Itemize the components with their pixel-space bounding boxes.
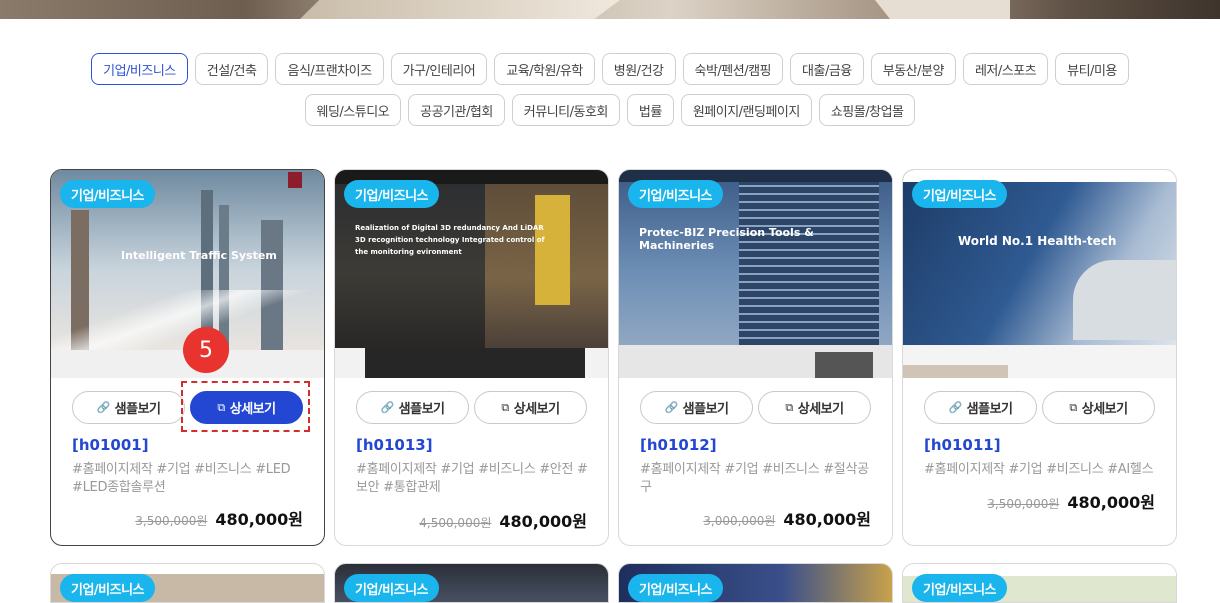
category-badge: 기업/비즈니스 (628, 180, 724, 208)
category-badge: 기업/비즈니스 (60, 574, 156, 602)
original-price: 3,000,000원 (703, 514, 776, 528)
detail-view-button[interactable]: ⧉ 상세보기 (474, 391, 587, 424)
category-tab[interactable]: 웨딩/스튜디오 (304, 94, 402, 126)
template-card: 기업/비즈니스 (334, 563, 609, 603)
template-tags: #홈페이지제작 #기업 #비즈니스 #AI헬스 (924, 462, 1154, 477)
category-badge: 기업/비즈니스 (60, 180, 156, 208)
template-card: Protec-BIZ Precision Tools & Machineries… (618, 169, 893, 546)
sample-view-button[interactable]: 🔗 샘플보기 (924, 391, 1037, 424)
price-block: 4,500,000원 480,000원 (419, 508, 587, 532)
template-code[interactable]: [h01012] (640, 436, 717, 454)
sample-view-button[interactable]: 🔗 샘플보기 (640, 391, 753, 424)
template-code[interactable]: [h01013] (356, 436, 433, 454)
sample-view-button[interactable]: 🔗 샘플보기 (72, 391, 185, 424)
category-tab[interactable]: 음식/프랜차이즈 (275, 53, 384, 85)
sample-view-button[interactable]: 🔗 샘플보기 (356, 391, 469, 424)
sale-price: 480,000원 (499, 512, 587, 531)
original-price: 3,500,000원 (987, 497, 1060, 511)
category-tab[interactable]: 원페이지/랜딩페이지 (680, 94, 812, 126)
template-card: 기업/비즈니스 (902, 563, 1177, 603)
highlight-box (181, 381, 310, 432)
sale-price: 480,000원 (215, 510, 303, 529)
category-tab[interactable]: 가구/인테리어 (390, 53, 488, 85)
price-block: 3,500,000원 480,000원 (135, 506, 303, 530)
category-tab[interactable]: 쇼핑몰/창업몰 (818, 94, 916, 126)
external-link-icon: ⧉ (1069, 400, 1077, 414)
category-row-1: 기업/비즈니스 건설/건축 음식/프랜차이즈 가구/인테리어 교육/학원/유학 … (0, 53, 1220, 85)
external-link-icon: ⧉ (785, 400, 793, 414)
top-banner-image (0, 0, 1220, 19)
category-badge: 기업/비즈니스 (344, 180, 440, 208)
category-tab[interactable]: 교육/학원/유학 (494, 53, 595, 85)
thumbnail-headline: Protec-BIZ Precision Tools & Machineries (639, 226, 814, 252)
price-block: 3,500,000원 480,000원 (987, 489, 1155, 513)
template-card: 기업/비즈니스 (618, 563, 893, 603)
category-tab[interactable]: 대출/금융 (790, 53, 864, 85)
category-tab[interactable]: 법률 (626, 94, 674, 126)
template-code[interactable]: [h01011] (924, 436, 1001, 454)
template-tags: #홈페이지제작 #기업 #비즈니스 #안전 #보안 #통합관제 (356, 462, 588, 495)
category-tab[interactable]: 숙박/펜션/캠핑 (682, 53, 784, 85)
step-marker: 5 (183, 327, 229, 373)
original-price: 4,500,000원 (419, 516, 492, 530)
category-tab[interactable]: 뷰티/미용 (1055, 53, 1129, 85)
template-card: World No.1 Health-tech 기업/비즈니스 🔗 샘플보기 ⧉ 상세… (902, 169, 1177, 546)
external-link-icon: ⧉ (501, 400, 509, 414)
thumbnail-headline: Intelligent Traffic System (121, 249, 277, 262)
category-tab[interactable]: 부동산/분양 (870, 53, 956, 85)
category-tab[interactable]: 건설/건축 (194, 53, 269, 85)
link-icon: 🔗 (96, 401, 110, 414)
category-row-2: 웨딩/스튜디오 공공기관/협회 커뮤니티/동호회 법률 원페이지/랜딩페이지 쇼… (0, 94, 1220, 126)
link-icon: 🔗 (664, 401, 678, 414)
category-tab[interactable]: 공공기관/협회 (408, 94, 505, 126)
thumbnail-headline: Realization of Digital 3D redundancy And… (355, 224, 545, 256)
template-card: 기업/비즈니스 (50, 563, 325, 603)
category-tab[interactable]: 커뮤니티/동호회 (511, 94, 620, 126)
template-code[interactable]: [h01001] (72, 436, 149, 454)
detail-view-button[interactable]: ⧉ 상세보기 (1042, 391, 1155, 424)
link-icon: 🔗 (948, 401, 962, 414)
sale-price: 480,000원 (1067, 493, 1155, 512)
category-badge: 기업/비즈니스 (912, 574, 1008, 602)
template-tags: #홈페이지제작 #기업 #비즈니스 #LED #LED종합솔루션 (72, 462, 291, 495)
template-tags: #홈페이지제작 #기업 #비즈니스 #절삭공구 (640, 462, 869, 495)
category-badge: 기업/비즈니스 (344, 574, 440, 602)
category-tab[interactable]: 병원/건강 (601, 53, 676, 85)
link-icon: 🔗 (380, 401, 394, 414)
thumbnail-headline: World No.1 Health-tech (958, 234, 1117, 248)
sale-price: 480,000원 (783, 510, 871, 529)
category-tab[interactable]: 레저/스포츠 (962, 53, 1049, 85)
detail-view-button[interactable]: ⧉ 상세보기 (758, 391, 871, 424)
category-badge: 기업/비즈니스 (912, 180, 1008, 208)
template-card: Realization of Digital 3D redundancy And… (334, 169, 609, 546)
original-price: 3,500,000원 (135, 514, 208, 528)
category-badge: 기업/비즈니스 (628, 574, 724, 602)
category-tab[interactable]: 기업/비즈니스 (91, 53, 188, 85)
price-block: 3,000,000원 480,000원 (703, 506, 871, 530)
